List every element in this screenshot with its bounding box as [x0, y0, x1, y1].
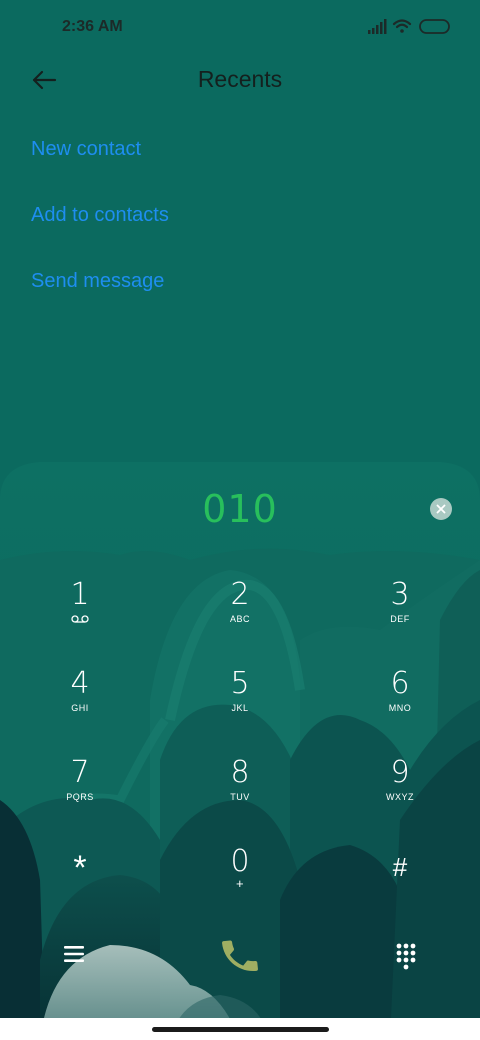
status-time: 2:36 AM	[62, 18, 123, 35]
keypad-icon	[396, 943, 416, 970]
key-letters: GHI	[71, 703, 89, 713]
menu-button[interactable]	[52, 934, 96, 974]
key-letters: ABC	[229, 614, 250, 624]
voicemail-icon	[71, 615, 89, 623]
phone-icon	[222, 940, 258, 971]
dialed-number: 010	[202, 487, 278, 531]
key-letters: TUV	[230, 792, 250, 802]
key-digit: *	[73, 849, 87, 887]
home-indicator[interactable]	[152, 1027, 329, 1032]
key-4[interactable]: 4 GHI	[20, 667, 140, 739]
key-digit: 2	[230, 577, 250, 612]
key-digit: 3	[390, 577, 410, 612]
status-bar: 2:36 AM	[0, 0, 480, 56]
key-digit: 8	[230, 755, 250, 790]
key-1[interactable]: 1	[20, 578, 140, 650]
key-7[interactable]: 7 PQRS	[20, 756, 140, 828]
add-to-contacts-link[interactable]: Add to contacts	[31, 204, 169, 227]
navigation-bar	[0, 1018, 480, 1040]
page-title: Recents	[197, 66, 283, 92]
key-5[interactable]: 5 JKL	[180, 667, 300, 739]
key-digit: 4	[70, 666, 90, 701]
key-digit: 7	[70, 755, 90, 790]
signal-icon	[368, 19, 387, 34]
menu-icon	[64, 946, 84, 962]
key-8[interactable]: 8 TUV	[180, 756, 300, 828]
wifi-icon	[392, 19, 412, 33]
key-digit: #	[392, 852, 408, 882]
status-icons	[368, 19, 450, 34]
call-button[interactable]	[212, 930, 268, 982]
key-letters: MNO	[388, 703, 412, 713]
clear-number-button[interactable]	[430, 498, 452, 520]
key-3[interactable]: 3 DEF	[340, 578, 460, 650]
key-letters: DEF	[390, 614, 410, 624]
key-letters: WXYZ	[386, 792, 414, 802]
key-star[interactable]: *	[20, 848, 140, 920]
key-digit: 0	[230, 844, 250, 879]
keypad-toggle-button[interactable]	[384, 934, 428, 978]
send-message-link[interactable]: Send message	[31, 270, 164, 293]
battery-icon	[419, 19, 450, 34]
key-digit: 1	[70, 577, 90, 612]
key-2[interactable]: 2 ABC	[180, 578, 300, 650]
key-digit: 9	[390, 755, 410, 790]
key-hash[interactable]: #	[340, 850, 460, 922]
new-contact-link[interactable]: New contact	[31, 138, 141, 161]
close-icon	[436, 504, 446, 514]
key-digit: 6	[390, 666, 410, 701]
key-0[interactable]: 0 +	[180, 845, 300, 917]
dialer-screen: 2:36 AM Recents New contact Add to conta…	[0, 0, 480, 1040]
key-9[interactable]: 9 WXYZ	[340, 756, 460, 828]
key-letters: PQRS	[66, 792, 94, 802]
key-6[interactable]: 6 MNO	[340, 667, 460, 739]
key-digit: 5	[230, 666, 250, 701]
key-letters: JKL	[231, 703, 249, 713]
key-letters: +	[235, 876, 245, 891]
